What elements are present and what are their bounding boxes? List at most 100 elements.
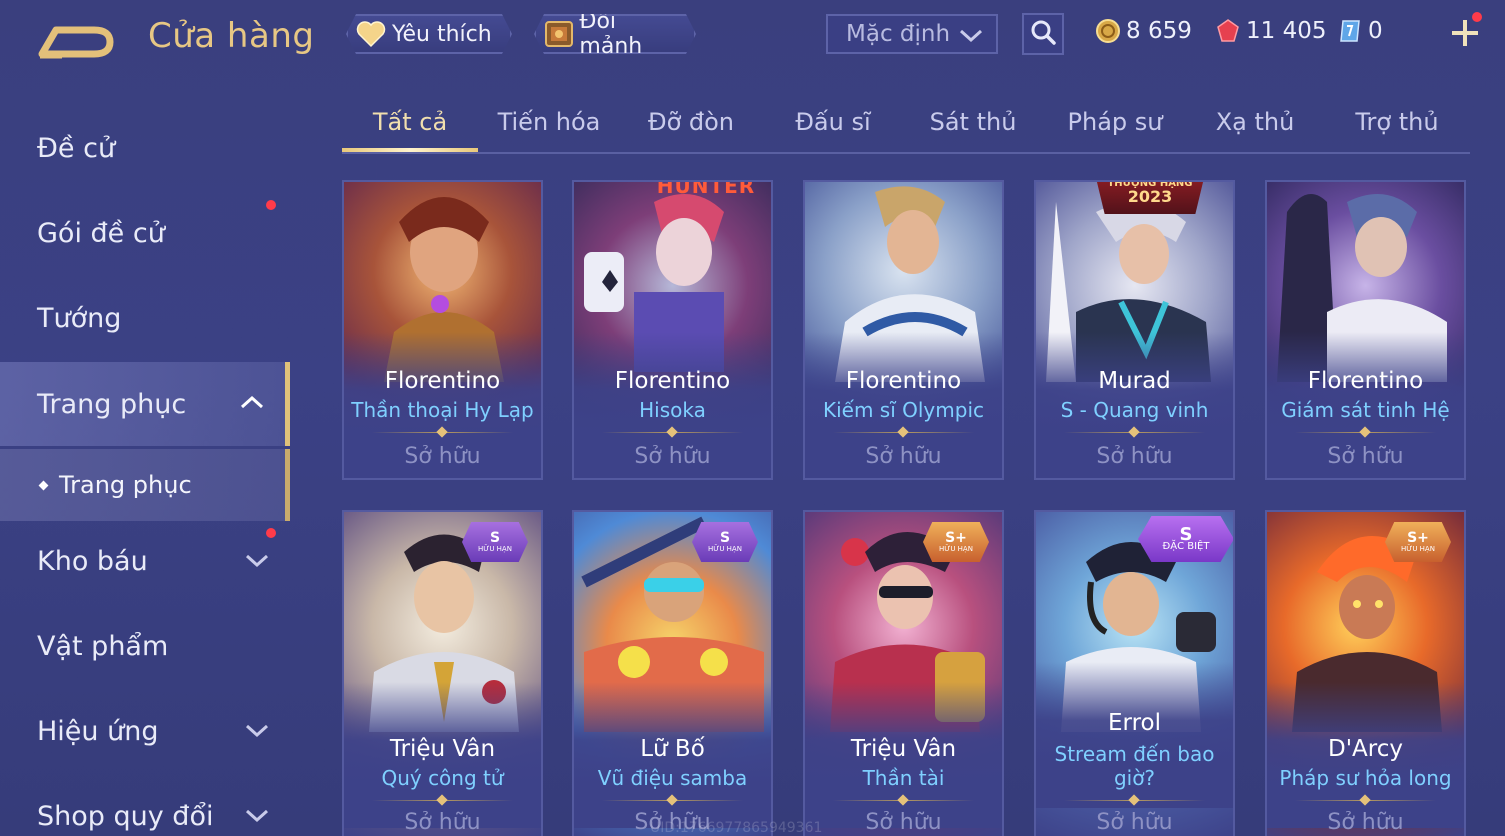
skin-card[interactable]: THƯỢNG HẠNG 2023 Murad S - Quang vinh Sở… bbox=[1034, 180, 1235, 480]
notification-dot bbox=[266, 528, 276, 538]
tab-marksman[interactable]: Xạ thủ bbox=[1190, 108, 1320, 136]
skin-card[interactable]: HUNTER Florentino Hisoka Sở hữu bbox=[572, 180, 773, 480]
owned-status: Sở hữu bbox=[1327, 810, 1404, 835]
owned-status: Sở hữu bbox=[404, 444, 481, 469]
chevron-down-icon bbox=[244, 802, 270, 833]
sidebar-subitem-skins[interactable]: Trang phục bbox=[0, 449, 290, 521]
skin-name: Stream đến bao giờ? bbox=[1054, 742, 1215, 790]
hero-name: Triệu Vân bbox=[850, 736, 957, 762]
skin-card[interactable]: S HỮU HẠN Lữ Bố Vũ điệu samba Sở hữu bbox=[572, 510, 773, 836]
search-icon bbox=[1029, 18, 1057, 50]
ruby-currency: 11 405 bbox=[1214, 14, 1326, 48]
tier-badge-type: HỮU HẠN bbox=[939, 544, 973, 553]
card-divider bbox=[833, 800, 974, 801]
tab-evolution[interactable]: Tiến hóa bbox=[484, 108, 614, 136]
sidebar-item-label: Kho báu bbox=[37, 545, 148, 577]
tab-support[interactable]: Trợ thủ bbox=[1332, 108, 1462, 136]
sidebar-item-label: Tướng bbox=[37, 302, 122, 334]
hero-name: Lữ Bố bbox=[640, 736, 705, 762]
chevron-up-icon bbox=[239, 390, 265, 421]
tier-badge-type: HỮU HẠN bbox=[478, 544, 512, 553]
sidebar-item-label: Hiệu ứng bbox=[37, 715, 159, 747]
sidebar-item-heroes[interactable]: Tướng bbox=[0, 276, 290, 360]
skin-name: Hisoka bbox=[639, 398, 706, 422]
skin-card[interactable]: S HỮU HẠN Triệu Vân Quý công tử Sở hữu bbox=[342, 510, 543, 836]
chevron-down-icon bbox=[244, 717, 270, 748]
page-title: Cửa hàng bbox=[148, 16, 315, 56]
favorites-button[interactable]: Yêu thích bbox=[346, 14, 512, 54]
card-divider bbox=[1064, 800, 1205, 801]
chevron-down-icon bbox=[244, 547, 270, 578]
skin-card[interactable]: Florentino Giám sát tinh Hệ Sở hữu bbox=[1265, 180, 1466, 480]
back-arrow-icon[interactable] bbox=[38, 20, 114, 60]
tier-badge: S HỮU HẠN bbox=[462, 522, 528, 562]
notification-dot bbox=[266, 200, 276, 210]
tier-badge-rank: S bbox=[489, 529, 501, 546]
sort-dropdown[interactable]: Mặc định bbox=[826, 14, 998, 54]
skin-name: Quý công tử bbox=[381, 766, 504, 790]
tab-all[interactable]: Tất cả bbox=[342, 108, 478, 136]
tab-fighter[interactable]: Đấu sĩ bbox=[768, 108, 898, 136]
tier-badge-rank: S+ bbox=[1407, 529, 1429, 546]
sidebar-item-recommended[interactable]: Đề cử bbox=[0, 106, 290, 190]
tab-tank[interactable]: Đỡ đòn bbox=[626, 108, 756, 136]
hero-name: Florentino bbox=[614, 368, 731, 394]
hero-name: D'Arcy bbox=[1328, 736, 1403, 762]
treasure-chest-icon bbox=[542, 17, 575, 51]
owned-status: Sở hữu bbox=[404, 810, 481, 835]
skin-card[interactable]: S+ HỮU HẠN D'Arcy Pháp sư hỏa long Sở hữ… bbox=[1265, 510, 1466, 836]
skin-name: Thần tài bbox=[862, 766, 945, 790]
card-divider bbox=[372, 432, 513, 433]
sidebar-item-label: Gói đề cử bbox=[37, 217, 165, 249]
tab-assassin[interactable]: Sát thủ bbox=[908, 108, 1038, 136]
sidebar-item-label: Trang phục bbox=[37, 388, 187, 420]
sidebar: Đề cử Gói đề cử Tướng Trang phục Trang p… bbox=[0, 100, 290, 836]
sidebar-item-items[interactable]: Vật phẩm bbox=[0, 604, 290, 688]
sidebar-item-exchange-shop[interactable]: Shop quy đổi bbox=[0, 774, 290, 836]
gold-currency: 8 659 bbox=[1094, 14, 1192, 48]
ranked-banner: THƯỢNG HẠNG 2023 bbox=[1096, 182, 1204, 214]
sidebar-item-bundles[interactable]: Gói đề cử bbox=[0, 191, 290, 275]
sidebar-item-label: Đề cử bbox=[37, 132, 116, 164]
skin-card[interactable]: S+ HỮU HẠN Triệu Vân Thần tài Sở hữu bbox=[803, 510, 1004, 836]
favorites-label: Yêu thích bbox=[392, 21, 492, 47]
tab-mage[interactable]: Pháp sư bbox=[1050, 108, 1180, 136]
tier-badge-type: ĐẶC BIỆT bbox=[1162, 540, 1210, 552]
tier-badge-type: HỮU HẠN bbox=[708, 544, 742, 553]
tier-badge: S+ HỮU HẠN bbox=[923, 522, 989, 562]
chevron-down-icon bbox=[958, 24, 984, 52]
heart-icon bbox=[354, 17, 388, 51]
skin-card[interactable]: S ĐẶC BIỆT Errol Stream đến bao giờ? Sở … bbox=[1034, 510, 1235, 836]
top-bar: Cửa hàng Yêu thích Đổi mảnh Mặc định 8 6… bbox=[0, 0, 1505, 80]
card-divider bbox=[602, 800, 743, 801]
skin-card[interactable]: Florentino Thần thoại Hy Lạp Sở hữu bbox=[342, 180, 543, 480]
voucher-icon bbox=[1336, 17, 1364, 45]
diamond-bullet-icon bbox=[38, 480, 49, 490]
voucher-currency: 0 bbox=[1336, 14, 1383, 48]
sidebar-item-effects[interactable]: Hiệu ứng bbox=[0, 689, 290, 773]
sidebar-item-treasure[interactable]: Kho báu bbox=[0, 519, 290, 603]
notification-dot bbox=[1472, 12, 1482, 22]
category-tabs: Tất cả Tiến hóa Đỡ đòn Đấu sĩ Sát thủ Ph… bbox=[342, 98, 1470, 154]
skin-name: Vũ điệu samba bbox=[597, 766, 748, 790]
skin-card[interactable]: Florentino Kiếm sĩ Olympic Sở hữu bbox=[803, 180, 1004, 480]
exchange-fragments-button[interactable]: Đổi mảnh bbox=[534, 14, 696, 54]
search-button[interactable] bbox=[1022, 13, 1064, 55]
tier-badge: S HỮU HẠN bbox=[692, 522, 758, 562]
tier-badge-type: HỮU HẠN bbox=[1401, 544, 1435, 553]
sidebar-subitem-label: Trang phục bbox=[59, 471, 192, 499]
sidebar-item-label: Shop quy đổi bbox=[37, 800, 214, 832]
hero-name: Florentino bbox=[1307, 368, 1424, 394]
skin-name: Kiếm sĩ Olympic bbox=[822, 398, 984, 422]
sort-value: Mặc định bbox=[846, 21, 951, 47]
hero-name: Florentino bbox=[384, 368, 501, 394]
sidebar-item-skins[interactable]: Trang phục bbox=[0, 362, 290, 446]
skin-banner: HUNTER bbox=[656, 180, 756, 198]
card-divider bbox=[833, 432, 974, 433]
owned-status: Sở hữu bbox=[1096, 444, 1173, 469]
card-divider bbox=[602, 432, 743, 433]
owned-status: Sở hữu bbox=[634, 444, 711, 469]
card-divider bbox=[1064, 432, 1205, 433]
card-divider bbox=[1295, 432, 1436, 433]
owned-status: Sở hữu bbox=[865, 810, 942, 835]
